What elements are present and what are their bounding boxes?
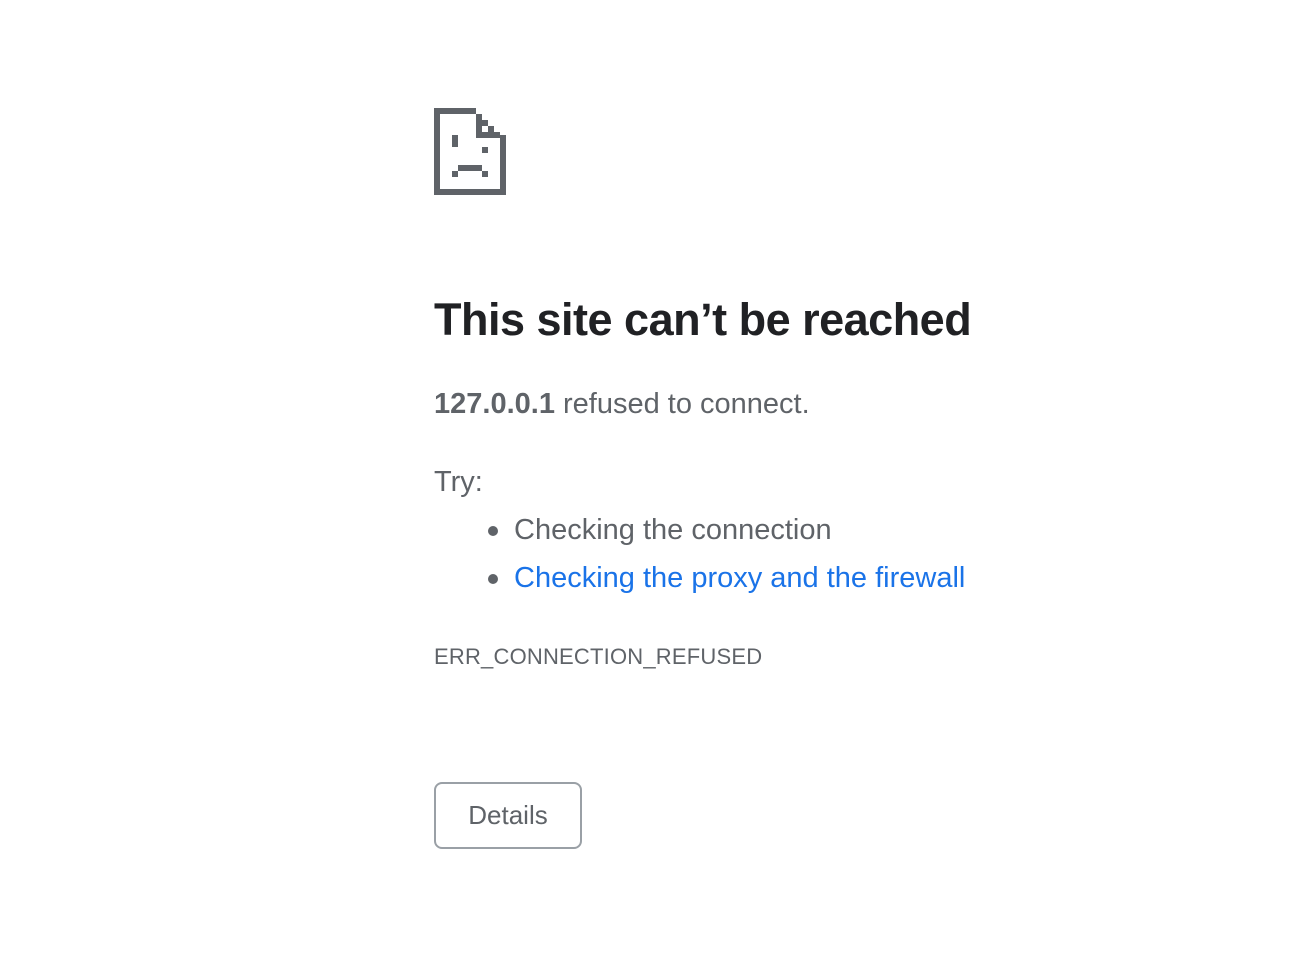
- suggestion-text: Checking the connection: [514, 514, 832, 546]
- page-title: This site can’t be reached: [434, 294, 972, 345]
- error-message: refused to connect.: [554, 388, 810, 420]
- try-label: Try:: [434, 466, 483, 498]
- host-address: 127.0.0.1: [434, 388, 555, 420]
- bullet-icon: [488, 526, 498, 536]
- error-summary: 127.0.0.1 refused to connect.: [434, 386, 810, 422]
- error-code: ERR_CONNECTION_REFUSED: [434, 644, 763, 669]
- details-button[interactable]: Details: [434, 782, 582, 849]
- proxy-firewall-link[interactable]: Checking the proxy and the firewall: [514, 562, 965, 594]
- bullet-icon: [488, 574, 498, 584]
- suggestion-list: Checking the connection Checking the pro…: [434, 512, 965, 608]
- sad-page-icon: [434, 108, 506, 195]
- suggestion-check-connection: Checking the connection: [434, 512, 965, 560]
- suggestion-check-proxy-firewall: Checking the proxy and the firewall: [434, 560, 965, 608]
